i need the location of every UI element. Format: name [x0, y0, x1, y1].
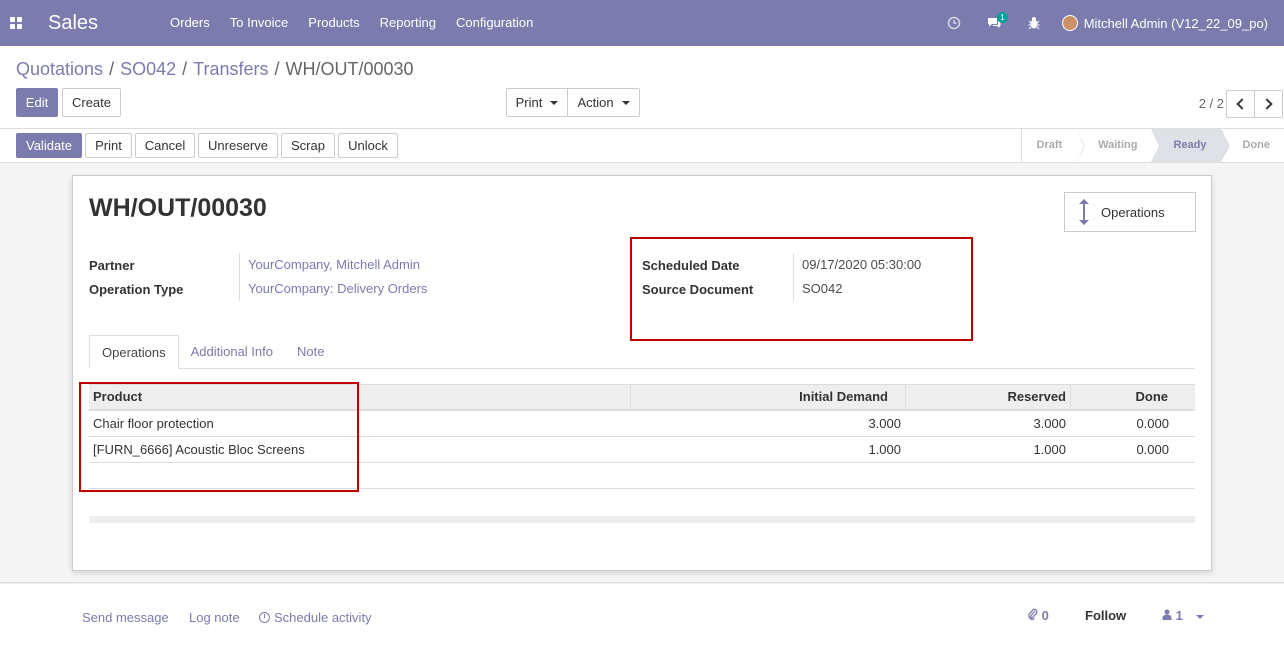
tab-additional-info[interactable]: Additional Info: [179, 335, 285, 368]
messages-icon[interactable]: 1: [974, 0, 1014, 46]
edit-button[interactable]: Edit: [16, 88, 58, 117]
table-footer: [89, 516, 1195, 523]
log-note-link[interactable]: Log note: [189, 610, 240, 625]
unreserve-button[interactable]: Unreserve: [198, 133, 278, 158]
chatter: Send message Log note Schedule activity …: [0, 584, 1284, 669]
operations-smart-button[interactable]: Operations: [1064, 192, 1196, 232]
pager-previous-button[interactable]: [1226, 90, 1255, 118]
cell-reserved: 1.000: [1033, 442, 1066, 457]
column-initial-demand[interactable]: Initial Demand: [630, 385, 905, 409]
print-dropdown-label: Print: [515, 95, 543, 110]
caret-down-icon: [550, 100, 559, 105]
menu-reporting[interactable]: Reporting: [370, 0, 446, 46]
cell-reserved: 3.000: [1033, 416, 1066, 431]
breadcrumb-so042[interactable]: SO042: [120, 59, 176, 80]
followers-count: 1: [1175, 608, 1183, 623]
tab-note[interactable]: Note: [285, 335, 336, 368]
chevron-left-icon: [1236, 98, 1248, 110]
debug-bug-icon[interactable]: [1014, 0, 1054, 46]
cell-initial-demand: 1.000: [868, 442, 901, 457]
partner-field: Partner YourCompany, Mitchell Admin: [89, 253, 420, 277]
partner-value[interactable]: YourCompany, Mitchell Admin: [239, 253, 420, 277]
unlock-button[interactable]: Unlock: [338, 133, 398, 158]
caret-down-icon: [621, 100, 630, 105]
paperclip-icon: [1028, 608, 1038, 620]
stage-ready: Ready: [1151, 129, 1230, 162]
control-panel: Quotations / SO042 / Transfers / WH/OUT/…: [0, 46, 1284, 129]
breadcrumb: Quotations / SO042 / Transfers / WH/OUT/…: [16, 59, 414, 80]
operations-smart-button-label: Operations: [1101, 204, 1165, 220]
schedule-activity-label: Schedule activity: [274, 610, 372, 625]
chevron-right-icon: [1261, 98, 1273, 110]
pager-next-button[interactable]: [1254, 90, 1283, 118]
tab-operations[interactable]: Operations: [89, 335, 179, 369]
user-menu[interactable]: Mitchell Admin (V12_22_09_po): [1054, 15, 1284, 31]
stage-done: Done: [1242, 139, 1271, 151]
operation-type-label: Operation Type: [89, 281, 184, 297]
operation-type-field: Operation Type YourCompany: Delivery Ord…: [89, 277, 427, 301]
messages-badge: 1: [997, 12, 1008, 23]
statusbar: Validate Print Cancel Unreserve Scrap Un…: [0, 129, 1284, 163]
status-stages: Draft Waiting Ready Done: [1021, 129, 1284, 163]
validate-button[interactable]: Validate: [16, 133, 82, 158]
activity-clock-icon[interactable]: [934, 0, 974, 46]
cell-done: 0.000: [1136, 442, 1169, 457]
highlight-box-dates: [630, 237, 973, 341]
top-navbar: Sales Orders To Invoice Products Reporti…: [0, 0, 1284, 46]
highlight-box-products: [79, 382, 359, 492]
caret-down-icon: [1196, 614, 1205, 619]
main-menu: Orders To Invoice Products Reporting Con…: [160, 0, 543, 46]
attachments-count: 0: [1041, 608, 1049, 623]
breadcrumb-transfers[interactable]: Transfers: [193, 59, 268, 80]
menu-orders[interactable]: Orders: [160, 0, 220, 46]
print-dropdown[interactable]: Print: [506, 88, 568, 117]
action-dropdown-label: Action: [577, 95, 614, 110]
action-dropdown[interactable]: Action: [567, 88, 640, 117]
print-button[interactable]: Print: [85, 133, 132, 158]
form-sheet: WH/OUT/00030 Operations Partner YourComp…: [72, 175, 1212, 571]
apps-menu-icon[interactable]: [0, 0, 32, 46]
operation-type-value[interactable]: YourCompany: Delivery Orders: [239, 277, 427, 301]
record-title: WH/OUT/00030: [89, 194, 267, 222]
cancel-button[interactable]: Cancel: [135, 133, 195, 158]
attachments-button[interactable]: 0: [1028, 608, 1049, 623]
menu-to-invoice[interactable]: To Invoice: [220, 0, 299, 46]
send-message-link[interactable]: Send message: [82, 610, 169, 625]
pager-value[interactable]: 2 / 2: [1199, 96, 1224, 111]
cell-initial-demand: 3.000: [868, 416, 901, 431]
create-button[interactable]: Create: [62, 88, 121, 117]
clock-icon: [259, 612, 270, 623]
arrows-vertical-icon: [1077, 199, 1091, 225]
menu-products[interactable]: Products: [298, 0, 369, 46]
breadcrumb-quotations[interactable]: Quotations: [16, 59, 103, 80]
followers-dropdown[interactable]: 1: [1162, 608, 1205, 623]
scrap-button[interactable]: Scrap: [281, 133, 335, 158]
partner-label: Partner: [89, 257, 135, 273]
app-name: Sales: [48, 11, 99, 34]
user-icon: [1162, 609, 1172, 620]
column-done[interactable]: Done: [1070, 385, 1172, 409]
schedule-activity-link[interactable]: Schedule activity: [259, 610, 372, 625]
stage-waiting: Waiting: [1076, 129, 1161, 162]
breadcrumb-current: WH/OUT/00030: [285, 59, 414, 79]
user-name: Mitchell Admin (V12_22_09_po): [1083, 15, 1268, 31]
follow-button[interactable]: Follow: [1085, 608, 1126, 623]
avatar: [1061, 15, 1078, 31]
cell-done: 0.000: [1136, 416, 1169, 431]
menu-configuration[interactable]: Configuration: [446, 0, 543, 46]
stage-draft: Draft: [1022, 129, 1086, 162]
column-reserved[interactable]: Reserved: [905, 385, 1070, 409]
